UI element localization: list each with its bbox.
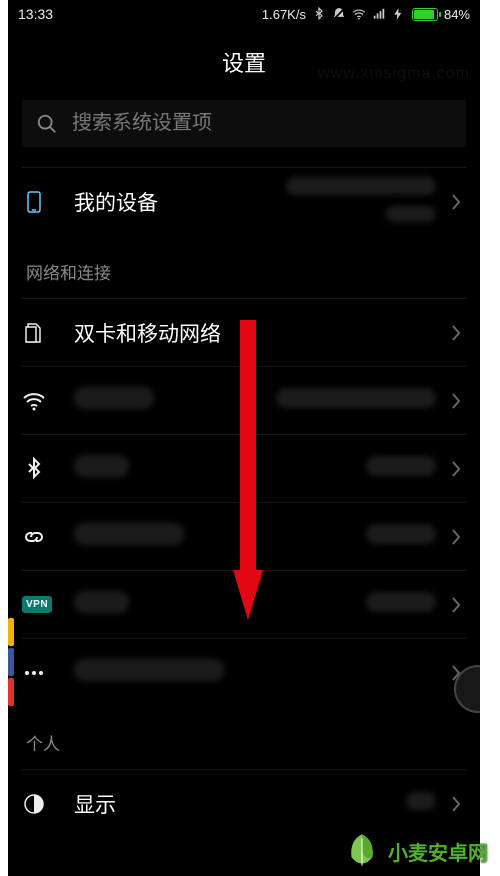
- row-wifi[interactable]: [22, 366, 466, 434]
- bluetooth-icon: [22, 457, 46, 481]
- row-value: [366, 456, 436, 481]
- watermark-url: www.xmsigma.com: [318, 65, 470, 83]
- edge-tab: [8, 648, 14, 676]
- chevron-right-icon: [446, 528, 466, 546]
- watermark-logo: 小麦安卓网: [341, 830, 496, 872]
- sim-icon: [22, 321, 46, 345]
- section-header-network: 网络和连接: [22, 235, 466, 298]
- signal-icon: [372, 7, 386, 21]
- search-input[interactable]: [72, 112, 452, 135]
- battery-percent: 84%: [444, 7, 470, 22]
- leaf-icon: [341, 830, 383, 872]
- row-more[interactable]: [22, 638, 466, 706]
- row-vpn[interactable]: VPN: [22, 570, 466, 638]
- edge-tab: [8, 678, 14, 706]
- row-label: 显示: [74, 789, 406, 819]
- chevron-right-icon: [446, 324, 466, 342]
- row-label: 双卡和移动网络: [74, 318, 436, 348]
- vpn-icon: VPN: [22, 596, 52, 613]
- search-bar[interactable]: [22, 100, 466, 147]
- row-value: [366, 592, 436, 617]
- charging-icon: [392, 7, 406, 21]
- chevron-right-icon: [446, 460, 466, 478]
- row-bluetooth[interactable]: [22, 434, 466, 502]
- net-speed: 1.67K/s: [262, 7, 306, 22]
- row-label: [74, 455, 366, 483]
- brightness-icon: [22, 792, 46, 816]
- search-icon: [36, 113, 58, 135]
- page-title: 设置: [8, 28, 480, 100]
- row-label: [74, 591, 366, 619]
- row-label: [74, 659, 436, 687]
- section-header-personal: 个人: [22, 706, 466, 769]
- more-icon: [22, 661, 46, 685]
- row-value: [366, 524, 436, 549]
- chevron-right-icon: [446, 193, 466, 211]
- row-label: [74, 387, 276, 415]
- row-value: [286, 177, 436, 227]
- chevron-right-icon: [446, 795, 466, 813]
- row-display[interactable]: 显示: [22, 769, 466, 837]
- row-label: 我的设备: [74, 187, 286, 217]
- chevron-right-icon: [446, 596, 466, 614]
- dnd-icon: [332, 7, 346, 21]
- bluetooth-icon: [312, 7, 326, 21]
- wifi-icon: [352, 7, 366, 21]
- settings-list: 我的设备 网络和连接 双卡和移动网络: [8, 167, 480, 837]
- row-hotspot[interactable]: [22, 502, 466, 570]
- link-icon: [22, 525, 46, 549]
- wifi-icon: [22, 389, 46, 413]
- watermark-text: 小麦安卓网: [388, 837, 488, 866]
- row-value: [276, 388, 436, 413]
- chevron-right-icon: [446, 392, 466, 410]
- status-time: 13:33: [18, 6, 53, 22]
- row-value: [406, 792, 436, 815]
- settings-screen: 13:33 1.67K/s 84% 设置 我的设备: [8, 0, 480, 876]
- row-dual-sim[interactable]: 双卡和移动网络: [22, 298, 466, 366]
- battery-icon: [412, 8, 438, 21]
- phone-icon: [22, 190, 46, 214]
- status-right: 1.67K/s 84%: [262, 7, 470, 22]
- edge-tab: [8, 618, 14, 646]
- row-label: [74, 523, 366, 551]
- status-bar: 13:33 1.67K/s 84%: [8, 0, 480, 28]
- row-my-device[interactable]: 我的设备: [22, 167, 466, 235]
